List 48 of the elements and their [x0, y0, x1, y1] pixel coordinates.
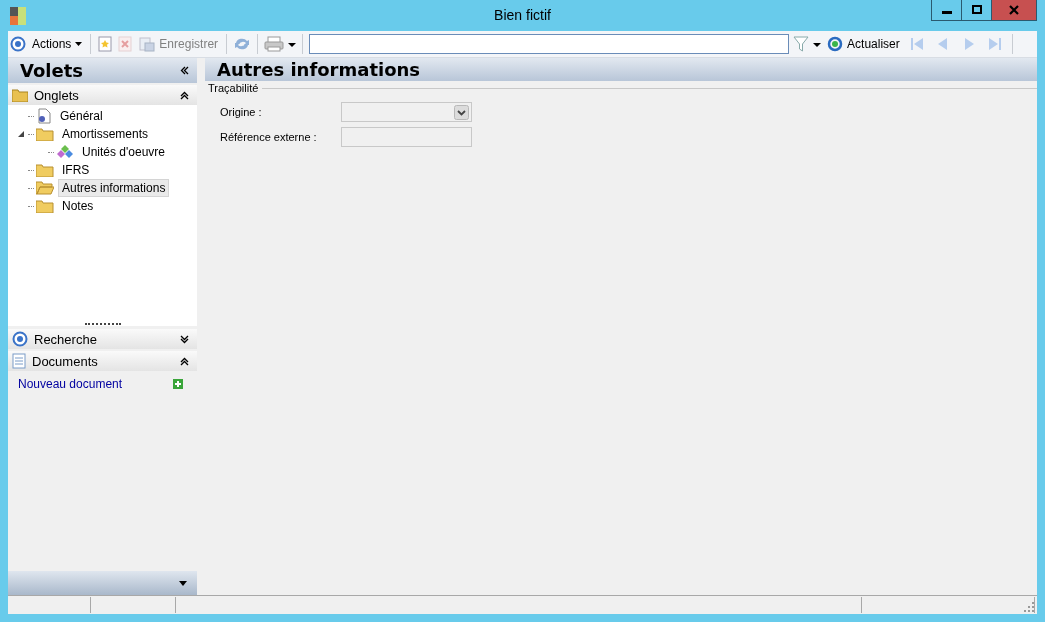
refresh-button[interactable]: Actualiser	[825, 33, 902, 55]
refresh-icon	[827, 36, 844, 52]
app-icon	[10, 6, 26, 25]
actions-menu-button[interactable]: Actions	[30, 33, 85, 55]
tree-item[interactable]: Notes	[58, 197, 98, 215]
tree-item[interactable]: Unités d'oeuvre	[78, 143, 169, 161]
pane-title: Documents	[32, 353, 99, 369]
tree-item[interactable]: Amortissements	[58, 125, 153, 143]
field-label: Référence externe :	[220, 131, 318, 143]
expand-icon[interactable]	[180, 334, 189, 344]
pane-header[interactable]: Onglets	[8, 85, 197, 105]
save-icon	[139, 36, 156, 52]
pane-header[interactable]: Recherche	[8, 329, 197, 349]
collapse-icon[interactable]	[180, 66, 189, 75]
folder-icon	[36, 163, 54, 177]
search-field[interactable]	[309, 34, 790, 54]
open-folder-icon	[36, 181, 54, 195]
sync-icon[interactable]	[233, 36, 252, 52]
add-icon[interactable]	[173, 379, 183, 389]
pane-title: Onglets	[34, 87, 80, 103]
resize-grip-icon[interactable]	[1024, 602, 1034, 612]
pane-title: Recherche	[34, 331, 98, 347]
caret-icon	[75, 42, 83, 46]
target-icon[interactable]	[10, 36, 26, 52]
diamonds-icon	[56, 144, 74, 160]
document-icon	[12, 353, 26, 369]
group-title: Traçabilité	[208, 82, 259, 94]
panel-title: Volets	[20, 60, 83, 81]
maximize-icon	[971, 5, 982, 15]
tree-item[interactable]: Général	[56, 107, 107, 125]
caret-icon[interactable]	[179, 580, 187, 586]
collapse-icon[interactable]	[180, 90, 189, 100]
window-title: Bien fictif	[494, 7, 551, 23]
expander-icon[interactable]	[18, 131, 24, 137]
folder-icon	[36, 127, 54, 141]
folder-icon	[12, 88, 28, 102]
minimize-button[interactable]	[931, 0, 962, 21]
new-document-link[interactable]: Nouveau document	[18, 377, 123, 391]
target-icon	[12, 331, 28, 347]
close-button[interactable]	[991, 0, 1037, 21]
folder-icon	[36, 199, 54, 213]
pane-header[interactable]: Documents	[8, 351, 197, 371]
page-title: Autres informations	[217, 59, 421, 80]
close-icon	[1009, 5, 1019, 15]
collapse-icon[interactable]	[180, 356, 189, 366]
field-label: Origine :	[220, 106, 263, 118]
tree-item[interactable]: IFRS	[58, 161, 94, 179]
tree-item[interactable]: Autres informations	[58, 179, 170, 197]
